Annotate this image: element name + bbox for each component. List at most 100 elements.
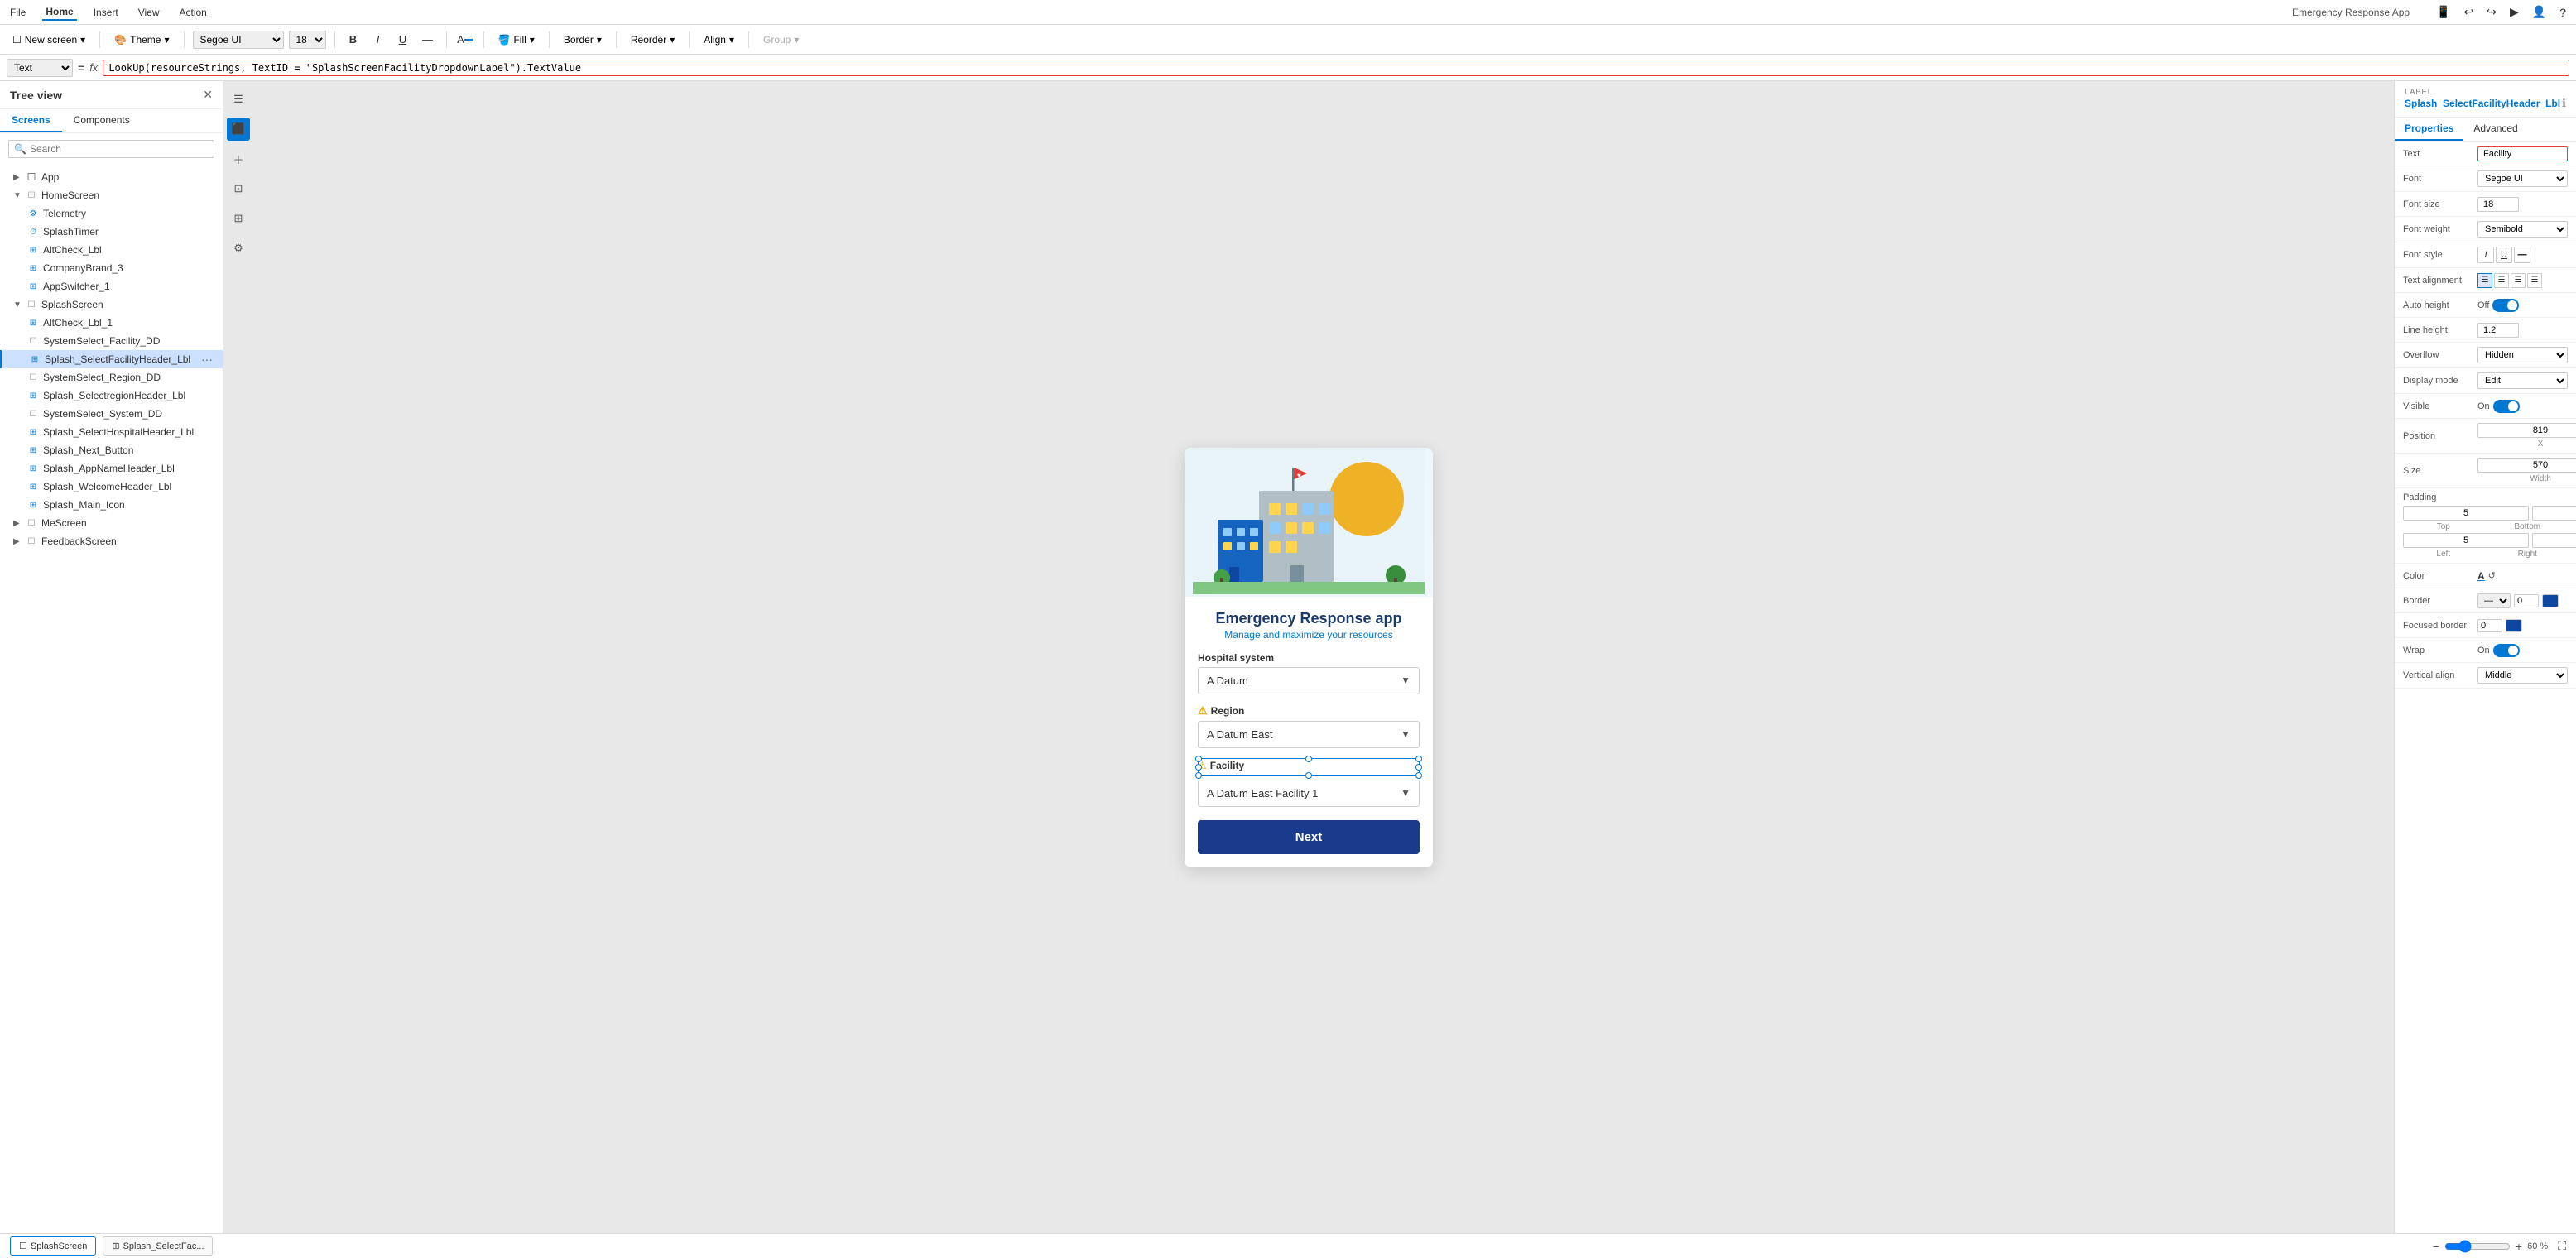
phone-icon[interactable]: 📱	[2433, 3, 2453, 21]
tree-item-next-btn[interactable]: ⊞ Splash_Next_Button	[0, 441, 223, 459]
tree-item-appname-lbl[interactable]: ⊞ Splash_AppNameHeader_Lbl	[0, 459, 223, 478]
status-tab-splashscreen[interactable]: ☐ SplashScreen	[10, 1236, 96, 1256]
menu-view[interactable]: View	[135, 5, 163, 20]
border-button[interactable]: Border ▾	[558, 31, 608, 48]
tree-item-splashscreen[interactable]: ▼ ☐ SplashScreen	[0, 295, 223, 314]
region-dropdown[interactable]: A Datum East ▼	[1198, 721, 1420, 748]
padding-left-input[interactable]	[2403, 533, 2529, 548]
more-options-button[interactable]: ···	[198, 353, 216, 366]
border-style-select[interactable]: —	[2477, 593, 2511, 608]
color-refresh-button[interactable]: ↺	[2488, 570, 2496, 581]
underline-style-button[interactable]: U	[2496, 247, 2512, 263]
focused-border-input[interactable]	[2477, 619, 2502, 632]
tree-item-feedbackscreen[interactable]: ▶ ☐ FeedbackScreen	[0, 532, 223, 550]
sidebar-close-button[interactable]: ✕	[203, 88, 213, 102]
align-justify-button[interactable]: ☰	[2527, 273, 2542, 288]
italic-style-button[interactable]: I	[2477, 247, 2494, 263]
user-icon[interactable]: 👤	[2529, 3, 2550, 21]
tree-item-companybrand[interactable]: ⊞ CompanyBrand_3	[0, 259, 223, 277]
border-width-input[interactable]	[2514, 594, 2539, 607]
menu-home[interactable]: Home	[42, 4, 76, 21]
font-size-select[interactable]: 18	[289, 31, 326, 49]
tree-item-app[interactable]: ▶ ☐ App	[0, 168, 223, 186]
tree-item-telemetry[interactable]: ⚙ Telemetry	[0, 204, 223, 223]
property-select[interactable]: Text	[7, 59, 73, 77]
theme-button[interactable]: 🎨 Theme ▾	[108, 31, 175, 48]
next-button[interactable]: Next	[1198, 820, 1420, 854]
tree-item-welcome-lbl[interactable]: ⊞ Splash_WelcomeHeader_Lbl	[0, 478, 223, 496]
tree-item-altcheck[interactable]: ⊞ AltCheck_Lbl	[0, 241, 223, 259]
align-right-button[interactable]: ☰	[2511, 273, 2526, 288]
plus-tool-button[interactable]: ＋	[227, 147, 250, 170]
prop-text-input[interactable]	[2477, 146, 2568, 161]
tab-properties[interactable]: Properties	[2395, 118, 2463, 141]
tab-advanced[interactable]: Advanced	[2463, 118, 2527, 141]
tree-item-homescreen[interactable]: ▼ ☐ HomeScreen	[0, 186, 223, 204]
prop-fontweight-select[interactable]: Semibold	[2477, 221, 2568, 238]
prop-font-select[interactable]: Segoe UI	[2477, 170, 2568, 187]
help-icon[interactable]: ?	[2556, 4, 2569, 21]
facility-dropdown[interactable]: A Datum East Facility 1 ▼	[1198, 780, 1420, 807]
tree-item-altcheck1[interactable]: ⊞ AltCheck_Lbl_1	[0, 314, 223, 332]
tree-item-main-icon[interactable]: ⊞ Splash_Main_Icon	[0, 496, 223, 514]
tab-screens[interactable]: Screens	[0, 109, 62, 132]
prop-verticalalign-select[interactable]: Middle	[2477, 667, 2568, 684]
padding-bottom-input[interactable]	[2532, 506, 2576, 521]
prop-fontsize-input[interactable]	[2477, 197, 2519, 212]
tree-item-region-lbl[interactable]: ⊞ Splash_SelectregionHeader_Lbl	[0, 387, 223, 405]
menu-insert[interactable]: Insert	[90, 5, 122, 20]
tree-item-hospital-lbl[interactable]: ⊞ Splash_SelectHospitalHeader_Lbl	[0, 423, 223, 441]
zoom-out-button[interactable]: −	[2433, 1240, 2439, 1253]
tree-item-mescreen[interactable]: ▶ ☐ MeScreen	[0, 514, 223, 532]
tree-item-facility-lbl[interactable]: ⊞ Splash_SelectFacilityHeader_Lbl ···	[0, 350, 223, 368]
strikethrough-button[interactable]: —	[418, 30, 438, 50]
menu-action[interactable]: Action	[176, 5, 210, 20]
settings-tool-button[interactable]: ⚙	[227, 237, 250, 260]
reorder-button[interactable]: Reorder ▾	[625, 31, 680, 48]
tree-item-region-dd[interactable]: ☐ SystemSelect_Region_DD	[0, 368, 223, 387]
data-tool-button[interactable]: ⊡	[227, 177, 250, 200]
size-width-input[interactable]	[2477, 458, 2576, 473]
new-screen-button[interactable]: ☐ New screen ▾	[7, 31, 91, 48]
padding-right-input[interactable]	[2532, 533, 2576, 548]
padding-top-input[interactable]	[2403, 506, 2529, 521]
status-tab-facility[interactable]: ⊞ Splash_SelectFac...	[103, 1236, 213, 1256]
search-tool-button[interactable]: ⊞	[227, 207, 250, 230]
fx-button[interactable]: fx	[89, 61, 98, 74]
prop-displaymode-select[interactable]: Edit	[2477, 372, 2568, 389]
play-icon[interactable]: ▶	[2506, 3, 2522, 21]
text-color-button[interactable]: A	[455, 30, 475, 50]
align-button[interactable]: Align ▾	[698, 31, 740, 48]
focused-border-color[interactable]	[2506, 619, 2522, 632]
visible-switch[interactable]	[2493, 400, 2520, 413]
menu-file[interactable]: File	[7, 5, 29, 20]
align-center-button[interactable]: ☰	[2494, 273, 2509, 288]
cursor-tool-button[interactable]: ⬛	[227, 118, 250, 141]
fullscreen-button[interactable]: ⛶	[2558, 1239, 2566, 1253]
tree-item-system-dd[interactable]: ☐ SystemSelect_System_DD	[0, 405, 223, 423]
align-left-button[interactable]: ☰	[2477, 273, 2492, 288]
border-color-swatch[interactable]	[2542, 594, 2559, 607]
wrap-switch[interactable]	[2493, 644, 2520, 657]
undo-icon[interactable]: ↩	[2461, 3, 2477, 21]
formula-input[interactable]	[103, 60, 2569, 76]
position-x-input[interactable]	[2477, 423, 2576, 438]
menu-tool-button[interactable]: ☰	[227, 88, 250, 111]
fill-button[interactable]: 🪣 Fill ▾	[493, 31, 541, 48]
redo-icon[interactable]: ↪	[2483, 3, 2500, 21]
auto-height-switch[interactable]	[2492, 299, 2519, 312]
search-input[interactable]	[30, 143, 209, 155]
strikethrough-style-button[interactable]: —	[2514, 247, 2530, 263]
tab-components[interactable]: Components	[62, 109, 142, 132]
hospital-dropdown[interactable]: A Datum ▼	[1198, 667, 1420, 694]
bold-button[interactable]: B	[344, 30, 363, 50]
prop-overflow-select[interactable]: Hidden	[2477, 347, 2568, 363]
zoom-slider[interactable]	[2444, 1240, 2511, 1253]
tree-item-splashtimer[interactable]: ⏱ SplashTimer	[0, 223, 223, 241]
tree-item-facility-dd[interactable]: ☐ SystemSelect_Facility_DD	[0, 332, 223, 350]
italic-button[interactable]: I	[368, 30, 388, 50]
tree-item-appswitcher[interactable]: ⊞ AppSwitcher_1	[0, 277, 223, 295]
underline-button[interactable]: U	[393, 30, 413, 50]
font-select[interactable]: Segoe UI	[193, 31, 284, 49]
group-button[interactable]: Group ▾	[757, 31, 805, 48]
